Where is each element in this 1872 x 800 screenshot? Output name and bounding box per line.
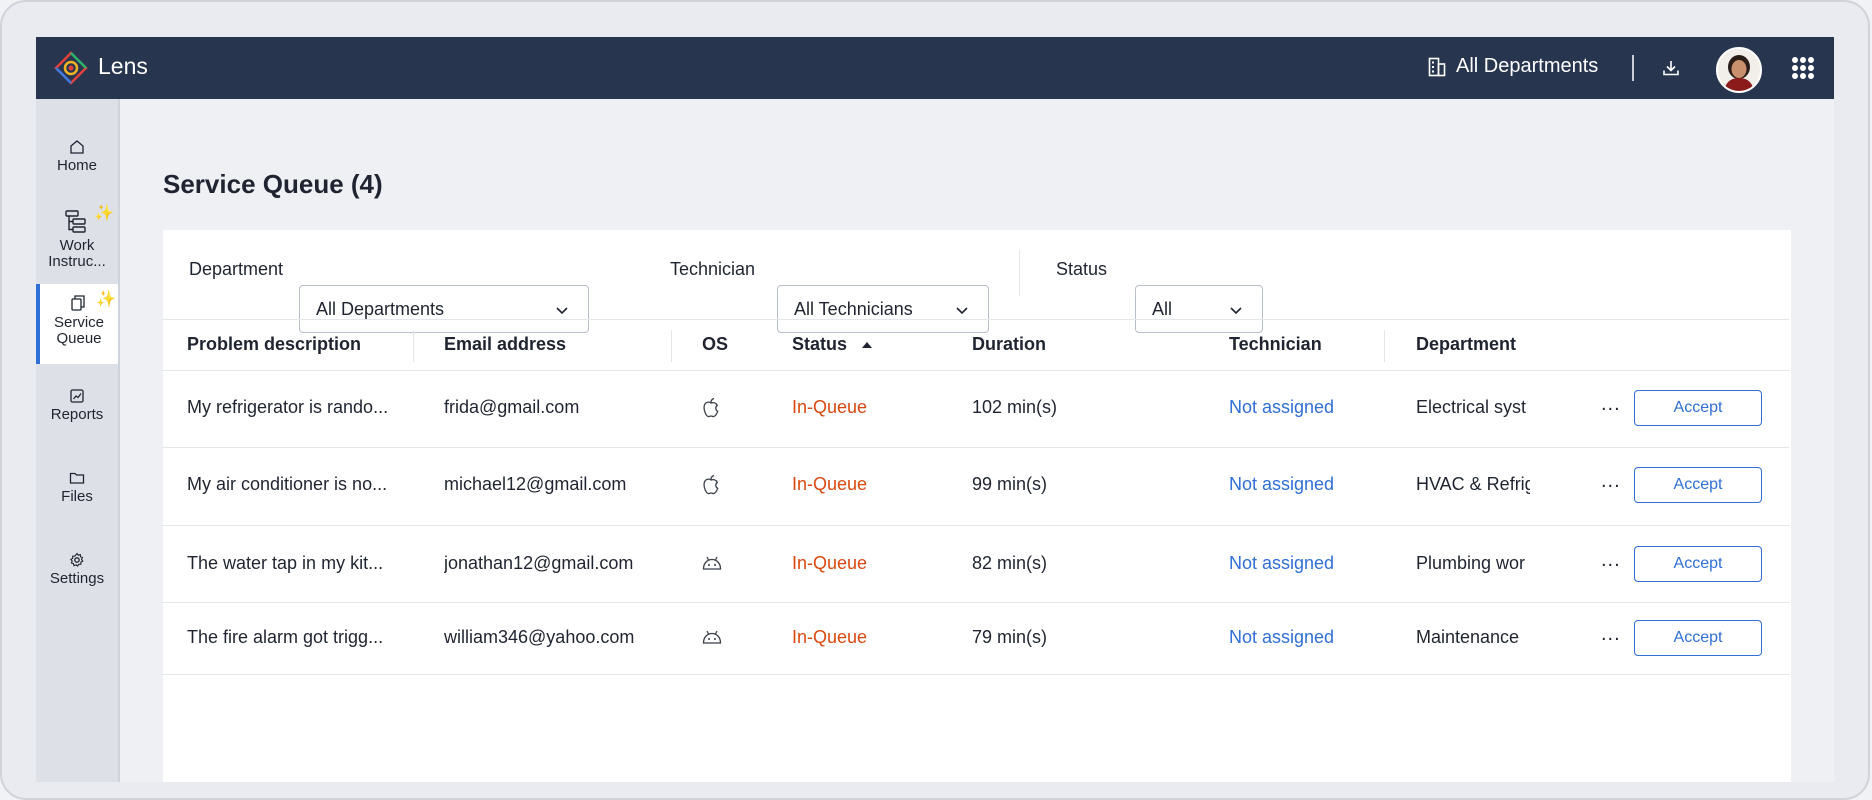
folder-icon: [69, 472, 85, 484]
chevron-down-icon: [1230, 307, 1242, 315]
sidebar-item-files[interactable]: Files: [36, 470, 118, 505]
download-icon[interactable]: [1658, 55, 1684, 81]
status-badge: In-Queue: [792, 474, 868, 494]
reports-icon: [70, 389, 84, 403]
status-badge: In-Queue: [792, 553, 868, 573]
email-cell: william346@yahoo.com: [444, 627, 635, 647]
sparkle-icon: ✨: [96, 291, 116, 308]
technician-cell[interactable]: Not assigned: [1229, 627, 1334, 648]
sidebar-item-label: Settings: [49, 570, 105, 587]
apple-icon: [703, 397, 719, 418]
apple-icon: [703, 474, 719, 495]
department-cell: Plumbing wor: [1416, 553, 1526, 573]
department-switcher[interactable]: All Departments: [1428, 55, 1598, 78]
column-header-status-label: Status: [792, 334, 848, 354]
status-filter-label: Status: [1056, 259, 1108, 279]
problem-cell: My refrigerator is rando...: [187, 397, 389, 417]
column-header-status[interactable]: Status: [792, 334, 874, 355]
technician-filter-value: All Technicians: [794, 298, 913, 319]
android-icon: [702, 630, 722, 644]
status-filter-value: All: [1152, 298, 1173, 319]
building-icon: [1428, 57, 1446, 76]
top-bar: Lens All Departments: [36, 37, 1834, 99]
avatar[interactable]: [1716, 47, 1762, 93]
problem-cell: The fire alarm got trigg...: [187, 627, 384, 647]
table-row[interactable]: The water tap in my kit... jonathan12@gm…: [161, 526, 1789, 603]
duration-cell: 82 min(s): [972, 553, 1048, 573]
technician-filter-label: Technician: [670, 259, 756, 279]
sidebar-item-home[interactable]: Home: [36, 139, 118, 174]
column-header-duration[interactable]: Duration: [972, 334, 1046, 355]
page-title: Service Queue (4): [163, 169, 383, 199]
problem-cell: My air conditioner is no...: [187, 474, 388, 494]
sparkle-icon: ✨: [94, 205, 114, 222]
table-row[interactable]: My air conditioner is no... michael12@gm…: [161, 448, 1789, 526]
table-row[interactable]: My refrigerator is rando... frida@gmail.…: [161, 371, 1789, 448]
app-name: Lens: [98, 53, 148, 79]
column-divider[interactable]: [1384, 330, 1385, 362]
sidebar-item-label: Files: [61, 488, 93, 505]
column-header-os[interactable]: OS: [702, 334, 728, 355]
duration-cell: 102 min(s): [972, 397, 1058, 417]
status-badge: In-Queue: [792, 627, 868, 647]
technician-cell[interactable]: Not assigned: [1229, 397, 1334, 418]
accept-button[interactable]: Accept: [1634, 467, 1762, 503]
work-instructions-icon: [65, 210, 86, 233]
column-divider[interactable]: [671, 330, 672, 362]
table-row[interactable]: The fire alarm got trigg... william346@y…: [161, 603, 1789, 675]
sidebar-item-label: Reports: [50, 406, 104, 423]
grid-icon[interactable]: [1792, 57, 1814, 79]
sidebar-item-label-line2: Queue: [56, 330, 102, 347]
sidebar-item-label: Service: [53, 314, 105, 331]
lens-logo-icon[interactable]: [54, 51, 88, 85]
column-divider[interactable]: [413, 330, 414, 362]
email-cell: michael12@gmail.com: [444, 474, 627, 494]
chevron-down-icon: [556, 307, 568, 315]
more-options-icon[interactable]: ...: [1601, 623, 1621, 646]
sidebar-item-reports[interactable]: Reports: [36, 388, 118, 423]
duration-cell: 99 min(s): [972, 474, 1048, 494]
sidebar: Home Work Instruc... ✨ Service Queue ✨ R…: [36, 99, 120, 782]
technician-cell[interactable]: Not assigned: [1229, 553, 1334, 574]
more-options-icon[interactable]: ...: [1601, 549, 1621, 572]
home-icon: [70, 140, 84, 154]
table-header: Problem description Email address OS Sta…: [161, 319, 1789, 371]
gear-icon: [69, 552, 84, 567]
column-header-technician[interactable]: Technician: [1229, 334, 1322, 355]
chevron-down-icon: [956, 307, 968, 315]
problem-cell: The water tap in my kit...: [187, 553, 384, 573]
column-header-problem[interactable]: Problem description: [187, 334, 361, 355]
email-cell: jonathan12@gmail.com: [444, 553, 634, 573]
department-filter-value: All Departments: [316, 298, 445, 319]
more-options-icon[interactable]: ...: [1601, 393, 1621, 416]
department-switcher-label: All Departments: [1456, 55, 1599, 77]
sidebar-item-settings[interactable]: Settings: [36, 552, 118, 587]
column-header-email[interactable]: Email address: [444, 334, 566, 355]
sidebar-item-label: Home: [56, 157, 97, 174]
technician-cell[interactable]: Not assigned: [1229, 474, 1334, 495]
sidebar-item-label-line2: Instruc...: [48, 253, 106, 270]
department-cell: Electrical syst: [1416, 397, 1527, 417]
service-queue-icon: [71, 295, 85, 311]
sidebar-item-label: Work: [59, 237, 95, 254]
department-cell: HVAC & Refrig: [1416, 474, 1530, 494]
accept-button[interactable]: Accept: [1634, 546, 1762, 582]
sort-ascending-icon: [862, 342, 873, 348]
email-cell: frida@gmail.com: [444, 397, 580, 417]
duration-cell: 79 min(s): [972, 627, 1048, 647]
header-divider: [1632, 55, 1634, 81]
column-header-department[interactable]: Department: [1416, 334, 1516, 355]
accept-button[interactable]: Accept: [1634, 390, 1762, 426]
status-badge: In-Queue: [792, 397, 868, 417]
department-cell: Maintenance: [1416, 627, 1520, 647]
filter-divider: [1019, 250, 1020, 296]
department-filter-label: Department: [189, 259, 284, 279]
accept-button[interactable]: Accept: [1634, 620, 1762, 656]
android-icon: [702, 556, 722, 570]
more-options-icon[interactable]: ...: [1601, 470, 1621, 493]
